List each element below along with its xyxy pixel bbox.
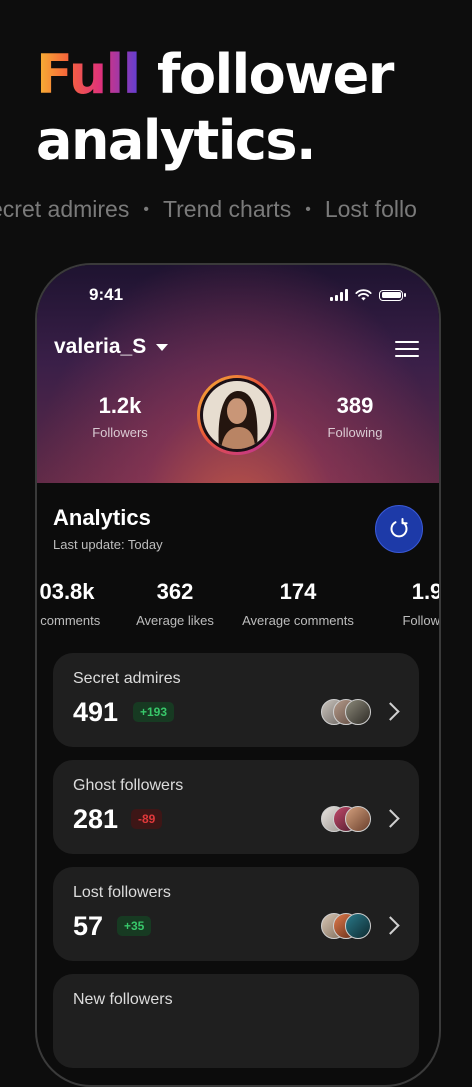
avatar (345, 913, 371, 939)
phone-mockup: 9:41 valeria_S 1.2k Followers 389 Follow… (35, 263, 441, 1087)
ticker-item: Trend charts (162, 196, 292, 222)
stat-label: Average likes (136, 613, 214, 628)
card-count: 491 (73, 697, 119, 727)
card-ghost-followers[interactable]: Ghost followers 281 -89 (53, 760, 419, 854)
followers-label: Followers (92, 425, 148, 440)
card-lost-followers[interactable]: Lost followers 57 +35 (53, 867, 419, 961)
card-secret-admires[interactable]: Secret admires 491 +193 (53, 653, 419, 747)
status-time: 9:41 (89, 285, 124, 304)
card-title: Lost followers (73, 884, 171, 901)
headline: Full follower analytics. (36, 42, 456, 174)
stat-total-comments: 03.8k l comments (35, 579, 117, 628)
menu-icon[interactable] (395, 341, 419, 357)
chevron-right-icon (381, 809, 400, 828)
status-icons (330, 289, 406, 301)
change-badge: +35 (117, 916, 152, 936)
stat-average-comments: 174 Average comments (233, 579, 363, 628)
refresh-button[interactable] (375, 505, 423, 553)
card-count: 57 (73, 911, 104, 941)
avatar (345, 699, 371, 725)
followers-count: 1.2k (98, 393, 142, 418)
stat-label: l comments (35, 613, 101, 628)
stat-value: 362 (156, 579, 194, 604)
following-count: 389 (336, 393, 374, 418)
headline-line-2: analytics. (36, 109, 317, 172)
card-title: Secret admires (73, 670, 181, 687)
avatar-stack (321, 913, 373, 941)
headline-line-1: Full follower (36, 42, 456, 108)
ticker-item: Lost follo (324, 196, 417, 222)
card-title: New followers (73, 991, 173, 1008)
caret-down-icon (156, 343, 169, 351)
chevron-right-icon (381, 702, 400, 721)
headline-word: follower (156, 43, 394, 106)
refresh-icon (390, 518, 408, 538)
card-new-followers[interactable]: New followers (53, 974, 419, 1068)
feature-ticker: ecret admires • Trend charts • Lost foll… (0, 196, 472, 223)
following-stat[interactable]: 389 Following (295, 393, 415, 440)
ticker-item: ecret admires (0, 196, 130, 222)
stat-follower: 1.9 Follower (382, 579, 441, 628)
change-badge: +193 (133, 702, 175, 722)
last-update: Last update: Today (53, 537, 163, 552)
wifi-icon (355, 289, 372, 301)
avatar (345, 806, 371, 832)
following-label: Following (327, 425, 383, 440)
stat-label: Average comments (242, 613, 354, 628)
followers-stat[interactable]: 1.2k Followers (60, 393, 180, 440)
avatar-stack (321, 806, 373, 834)
stat-average-likes: 362 Average likes (125, 579, 225, 628)
card-title: Ghost followers (73, 777, 184, 794)
chevron-right-icon (381, 916, 400, 935)
card-count: 281 (73, 804, 119, 834)
analytics-stats[interactable]: 03.8k l comments 362 Average likes 174 A… (37, 579, 439, 629)
headline-highlight: Full (36, 43, 141, 106)
account-row: valeria_S (54, 335, 421, 365)
ticker-separator: • (305, 200, 311, 218)
analytics-title: Analytics (53, 505, 151, 530)
status-bar: 9:41 (37, 285, 439, 309)
stat-label: Follower (402, 613, 441, 628)
change-badge: -89 (131, 809, 163, 829)
username: valeria_S (54, 335, 147, 358)
stat-value: 03.8k (39, 579, 95, 604)
account-switcher[interactable]: valeria_S (54, 335, 169, 359)
avatar-photo (203, 381, 271, 449)
stat-value: 174 (279, 579, 317, 604)
avatar-stack (321, 699, 373, 727)
stat-value: 1.9 (411, 579, 441, 604)
avatar[interactable] (197, 375, 277, 455)
ticker-separator: • (143, 200, 149, 218)
analytics-header: Analytics Last update: Today (53, 505, 423, 553)
battery-icon (379, 289, 406, 301)
signal-icon (330, 289, 348, 301)
